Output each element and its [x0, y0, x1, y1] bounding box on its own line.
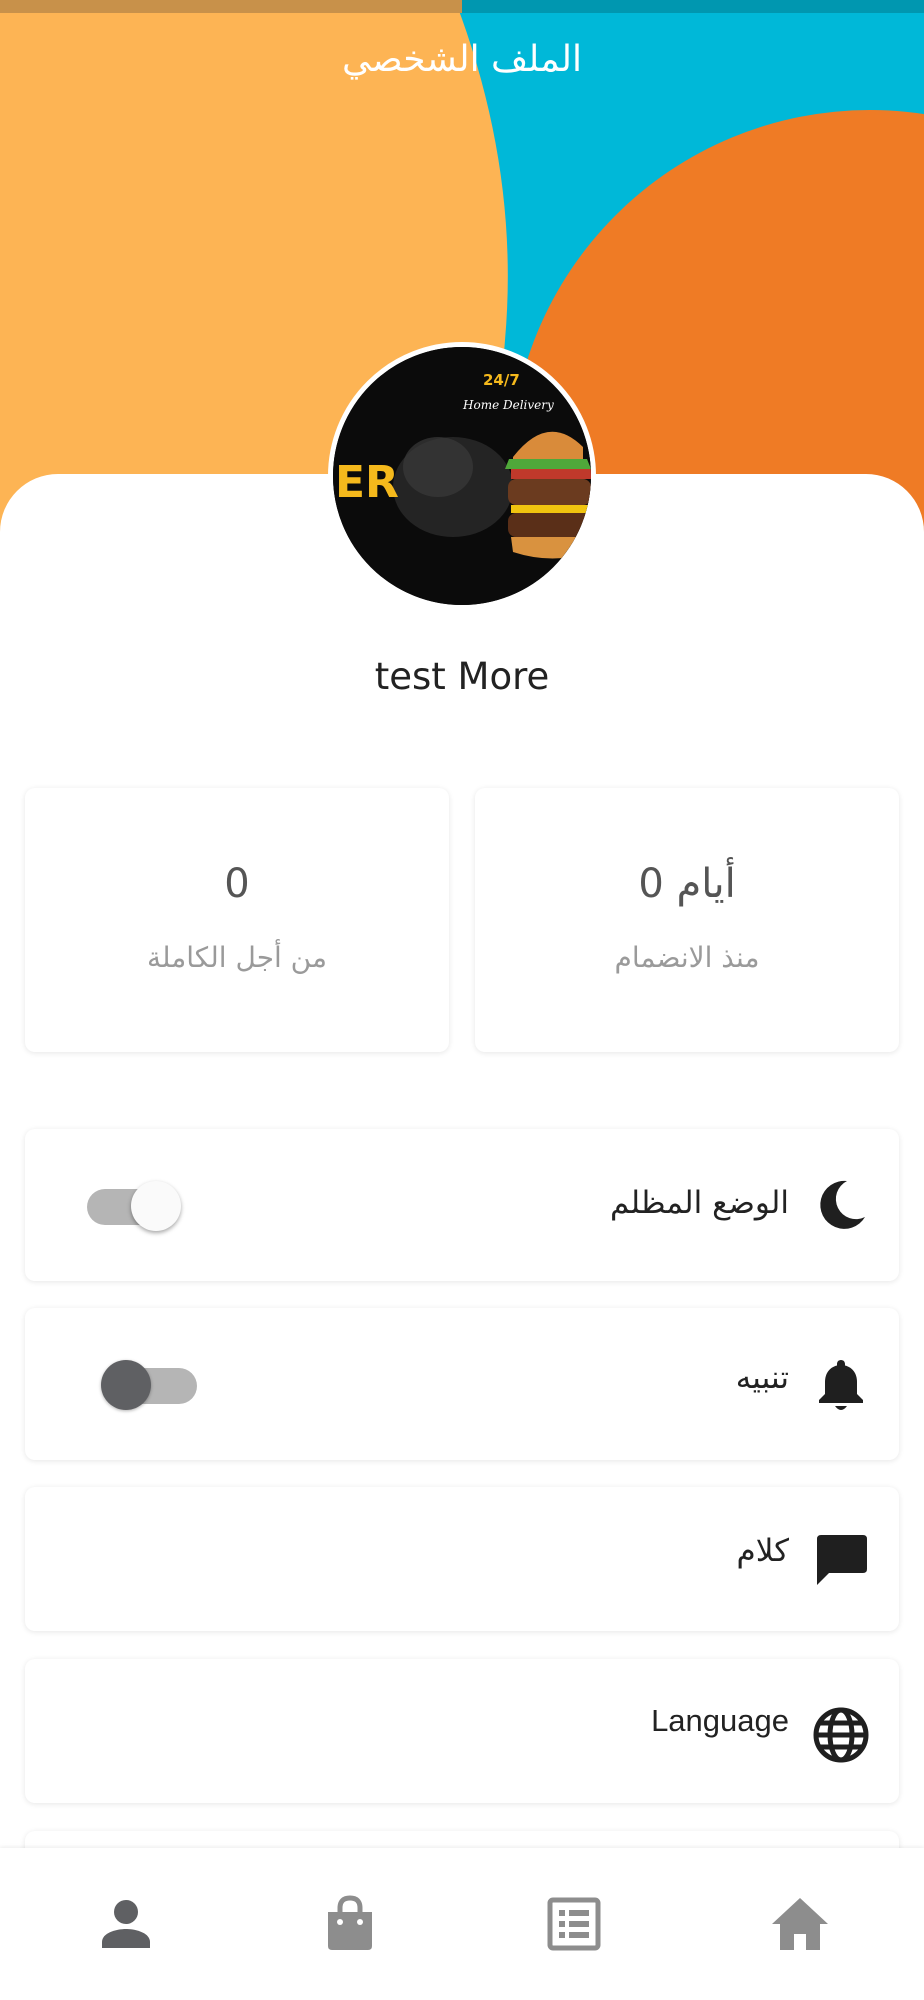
user-name: test More: [374, 655, 550, 698]
bell-icon: [811, 1354, 871, 1414]
nav-orders[interactable]: [318, 1892, 382, 1956]
nav-home[interactable]: [768, 1892, 832, 1956]
avatar-burger-image: 24/7 Home Delivery ER: [333, 347, 591, 605]
dark-mode-label: الوضع المظلم: [609, 1185, 789, 1221]
avatar-text-247: 24/7: [483, 371, 520, 389]
page-title: الملف الشخصي: [342, 39, 582, 80]
settings-row-dark-mode[interactable]: الوضع المظلم: [25, 1129, 899, 1281]
settings-row-chat[interactable]: كلام: [25, 1487, 899, 1631]
stat-card-joined: 0 أيام منذ الانضمام: [475, 788, 899, 1052]
chat-icon: [811, 1529, 871, 1589]
toggle-knob: [101, 1360, 151, 1410]
toggle-knob: [131, 1181, 181, 1231]
stat-card-completed: 0 من أجل الكاملة: [25, 788, 449, 1052]
stat-value: 0 أيام: [638, 861, 736, 907]
settings-row-notifications[interactable]: تنبيه: [25, 1308, 899, 1460]
status-bar-strip: [0, 0, 924, 13]
person-icon: [102, 1900, 150, 1948]
avatar-text-home-delivery: Home Delivery: [462, 398, 554, 412]
bottom-navigation: [0, 1848, 924, 2000]
stat-label: من أجل الكاملة: [147, 941, 327, 974]
home-icon: [772, 1898, 828, 1950]
stat-label: منذ الانضمام: [614, 941, 760, 974]
avatar[interactable]: 24/7 Home Delivery ER: [328, 342, 596, 610]
shopping-bag-icon: [328, 1895, 372, 1950]
list-icon: [547, 1897, 601, 1951]
notifications-toggle[interactable]: [101, 1354, 205, 1414]
settings-row-language[interactable]: Language: [25, 1659, 899, 1803]
nav-list[interactable]: [542, 1892, 606, 1956]
notifications-label: تنبيه: [735, 1360, 789, 1396]
moon-icon: [811, 1175, 871, 1235]
chat-label: كلام: [736, 1533, 789, 1569]
profile-screen: الملف الشخصي 24/7 Home Delivery ER test …: [0, 0, 924, 2000]
language-label: Language: [651, 1703, 789, 1738]
globe-icon: [811, 1705, 871, 1765]
stat-value: 0: [224, 861, 250, 907]
dark-mode-toggle[interactable]: [83, 1175, 187, 1235]
nav-profile[interactable]: [94, 1892, 158, 1956]
avatar-text-logo-partial: ER: [335, 457, 399, 508]
